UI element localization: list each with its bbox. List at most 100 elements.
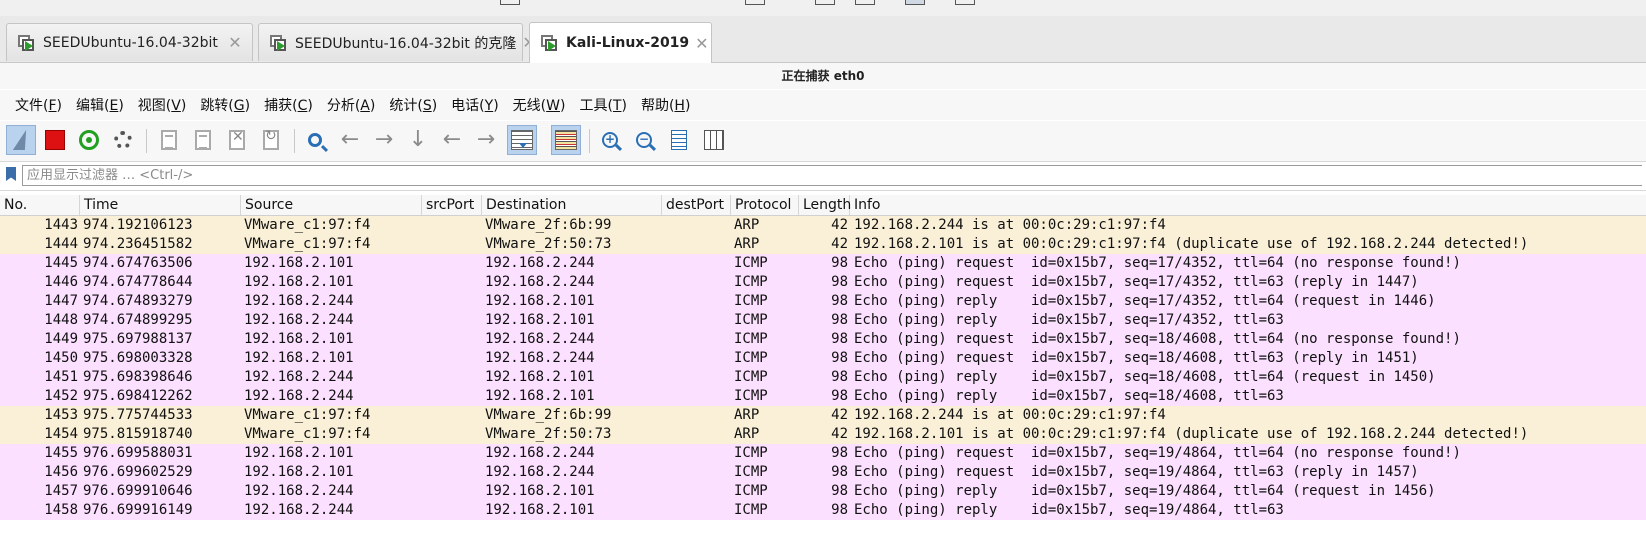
menu-help[interactable]: 帮助(H) xyxy=(634,95,697,115)
menu-analyze[interactable]: 分析(A) xyxy=(320,95,383,115)
packet-list: No. Time Source srcPort Destination dest… xyxy=(0,195,1646,537)
cell-no: 1449 xyxy=(44,331,78,347)
cell-info: Echo (ping) reply id=0x15b7, seq=19/4864… xyxy=(854,483,1436,499)
column-header-destport[interactable]: destPort xyxy=(662,195,731,215)
column-header-no[interactable]: No. xyxy=(0,195,80,215)
display-filter-input[interactable] xyxy=(22,165,1642,186)
table-row[interactable]: 1458 976.699916149 192.168.2.244 192.168.2.… xyxy=(0,501,1646,520)
cell-protocol: ARP xyxy=(734,407,760,423)
host-toolbar-fragment xyxy=(500,0,520,5)
colorize-button[interactable] xyxy=(551,125,581,155)
cell-info: Echo (ping) request id=0x15b7, seq=19/48… xyxy=(854,445,1461,461)
reload-file-button[interactable] xyxy=(256,125,286,155)
column-header-source[interactable]: Source xyxy=(241,195,422,215)
cell-length: 98 xyxy=(831,331,848,347)
go-last-button[interactable]: → xyxy=(471,125,501,155)
autoscroll-button[interactable] xyxy=(507,125,537,155)
find-packet-button[interactable] xyxy=(300,125,330,155)
cell-no: 1458 xyxy=(44,502,78,518)
vm-icon xyxy=(540,34,558,52)
cell-protocol: ICMP xyxy=(734,255,768,271)
menu-tools[interactable]: 工具(T) xyxy=(572,95,634,115)
cell-time: 975.698412262 xyxy=(83,388,193,404)
column-header-length[interactable]: Length xyxy=(799,195,851,215)
cell-no: 1447 xyxy=(44,293,78,309)
cell-no: 1450 xyxy=(44,350,78,366)
menu-file[interactable]: 文件(F) xyxy=(8,95,69,115)
go-first-button[interactable]: ← xyxy=(437,125,467,155)
resize-columns-button[interactable] xyxy=(699,125,729,155)
cell-no: 1451 xyxy=(44,369,78,385)
start-capture-button[interactable] xyxy=(6,125,36,155)
table-row[interactable]: 1446 974.674778644 192.168.2.101 192.168.2.… xyxy=(0,273,1646,292)
cell-source: VMware_c1:97:f4 xyxy=(244,236,371,252)
menu-wireless[interactable]: 无线(W) xyxy=(506,95,573,115)
table-row[interactable]: 1450 975.698003328 192.168.2.101 192.168.2.… xyxy=(0,349,1646,368)
cell-destination: 192.168.2.244 xyxy=(485,350,595,366)
menu-capture[interactable]: 捕获(C) xyxy=(257,95,320,115)
close-icon[interactable]: ✕ xyxy=(226,33,244,52)
cell-info: Echo (ping) request id=0x15b7, seq=18/46… xyxy=(854,350,1419,366)
menu-statistics[interactable]: 统计(S) xyxy=(382,95,444,115)
normal-size-button[interactable] xyxy=(664,125,694,155)
close-icon[interactable]: ✕ xyxy=(695,34,708,53)
table-row[interactable]: 1453 975.775744533 VMware_c1:97:f4 VMware_2… xyxy=(0,406,1646,425)
column-header-srcport[interactable]: srcPort xyxy=(422,195,482,215)
table-row[interactable]: 1452 975.698412262 192.168.2.244 192.168.2.… xyxy=(0,387,1646,406)
go-to-packet-button[interactable]: ↓ xyxy=(403,125,433,155)
table-row[interactable]: 1444 974.236451582 VMware_c1:97:f4 VMware_2… xyxy=(0,235,1646,254)
menu-telephony[interactable]: 电话(Y) xyxy=(444,95,506,115)
packet-list-header: No. Time Source srcPort Destination dest… xyxy=(0,195,1646,216)
menu-edit[interactable]: 编辑(E) xyxy=(69,95,131,115)
column-header-protocol[interactable]: Protocol xyxy=(731,195,799,215)
table-row[interactable]: 1448 974.674899295 192.168.2.244 192.168.2.… xyxy=(0,311,1646,330)
vm-tab-seedubuntu-clone[interactable]: SEEDUbuntu-16.04-32bit 的克隆 ✕ xyxy=(258,23,536,61)
menu-view[interactable]: 视图(V) xyxy=(131,95,194,115)
window-title: 正在捕获 eth0 xyxy=(0,63,1646,89)
table-row[interactable]: 1451 975.698398646 192.168.2.244 192.168.2.… xyxy=(0,368,1646,387)
table-row[interactable]: 1454 975.815918740 VMware_c1:97:f4 VMware_2… xyxy=(0,425,1646,444)
bookmark-icon[interactable] xyxy=(6,167,16,181)
zoom-out-button[interactable]: − xyxy=(629,125,659,155)
go-forward-button[interactable]: → xyxy=(369,125,399,155)
cell-source: 192.168.2.244 xyxy=(244,388,354,404)
cell-destination: 192.168.2.244 xyxy=(485,274,595,290)
cell-protocol: ICMP xyxy=(734,483,768,499)
cell-protocol: ICMP xyxy=(734,293,768,309)
cell-source: 192.168.2.101 xyxy=(244,350,354,366)
cell-time: 975.815918740 xyxy=(83,426,193,442)
close-file-button[interactable] xyxy=(222,125,252,155)
table-row[interactable]: 1457 976.699910646 192.168.2.244 192.168.2.… xyxy=(0,482,1646,501)
save-file-icon xyxy=(195,130,211,150)
main-toolbar: ← → ↓ ← → + − xyxy=(0,121,1646,162)
restart-capture-button[interactable] xyxy=(74,125,104,155)
column-header-info[interactable]: Info xyxy=(850,195,1646,215)
table-row[interactable]: 1447 974.674893279 192.168.2.244 192.168.2.… xyxy=(0,292,1646,311)
table-row[interactable]: 1445 974.674763506 192.168.2.101 192.168.2.… xyxy=(0,254,1646,273)
cell-destination: VMware_2f:50:73 xyxy=(485,236,612,252)
zoom-in-button[interactable]: + xyxy=(595,125,625,155)
cell-source: 192.168.2.101 xyxy=(244,255,354,271)
cell-source: 192.168.2.101 xyxy=(244,331,354,347)
open-file-button[interactable] xyxy=(154,125,184,155)
table-row[interactable]: 1443 974.192106123 VMware_c1:97:f4 VMware_2… xyxy=(0,216,1646,235)
cell-source: 192.168.2.101 xyxy=(244,274,354,290)
capture-options-button[interactable] xyxy=(108,125,138,155)
column-header-time[interactable]: Time xyxy=(80,195,241,215)
column-header-destination[interactable]: Destination xyxy=(482,195,662,215)
stop-capture-button[interactable] xyxy=(40,125,70,155)
cell-protocol: ARP xyxy=(734,217,760,233)
table-row[interactable]: 1456 976.699602529 192.168.2.101 192.168.2.… xyxy=(0,463,1646,482)
vm-tab-seedubuntu[interactable]: SEEDUbuntu-16.04-32bit ✕ xyxy=(6,23,253,61)
go-back-button[interactable]: ← xyxy=(335,125,365,155)
save-file-button[interactable] xyxy=(188,125,218,155)
cell-length: 98 xyxy=(831,274,848,290)
cell-no: 1444 xyxy=(44,236,78,252)
menu-go[interactable]: 跳转(G) xyxy=(193,95,257,115)
cell-info: Echo (ping) reply id=0x15b7, seq=17/4352… xyxy=(854,293,1436,309)
cell-time: 974.236451582 xyxy=(83,236,193,252)
table-row[interactable]: 1449 975.697988137 192.168.2.101 192.168.2.… xyxy=(0,330,1646,349)
stop-capture-icon xyxy=(45,130,65,150)
table-row[interactable]: 1455 976.699588031 192.168.2.101 192.168.2.… xyxy=(0,444,1646,463)
vm-tab-kali[interactable]: Kali-Linux-2019 ✕ xyxy=(529,22,712,63)
